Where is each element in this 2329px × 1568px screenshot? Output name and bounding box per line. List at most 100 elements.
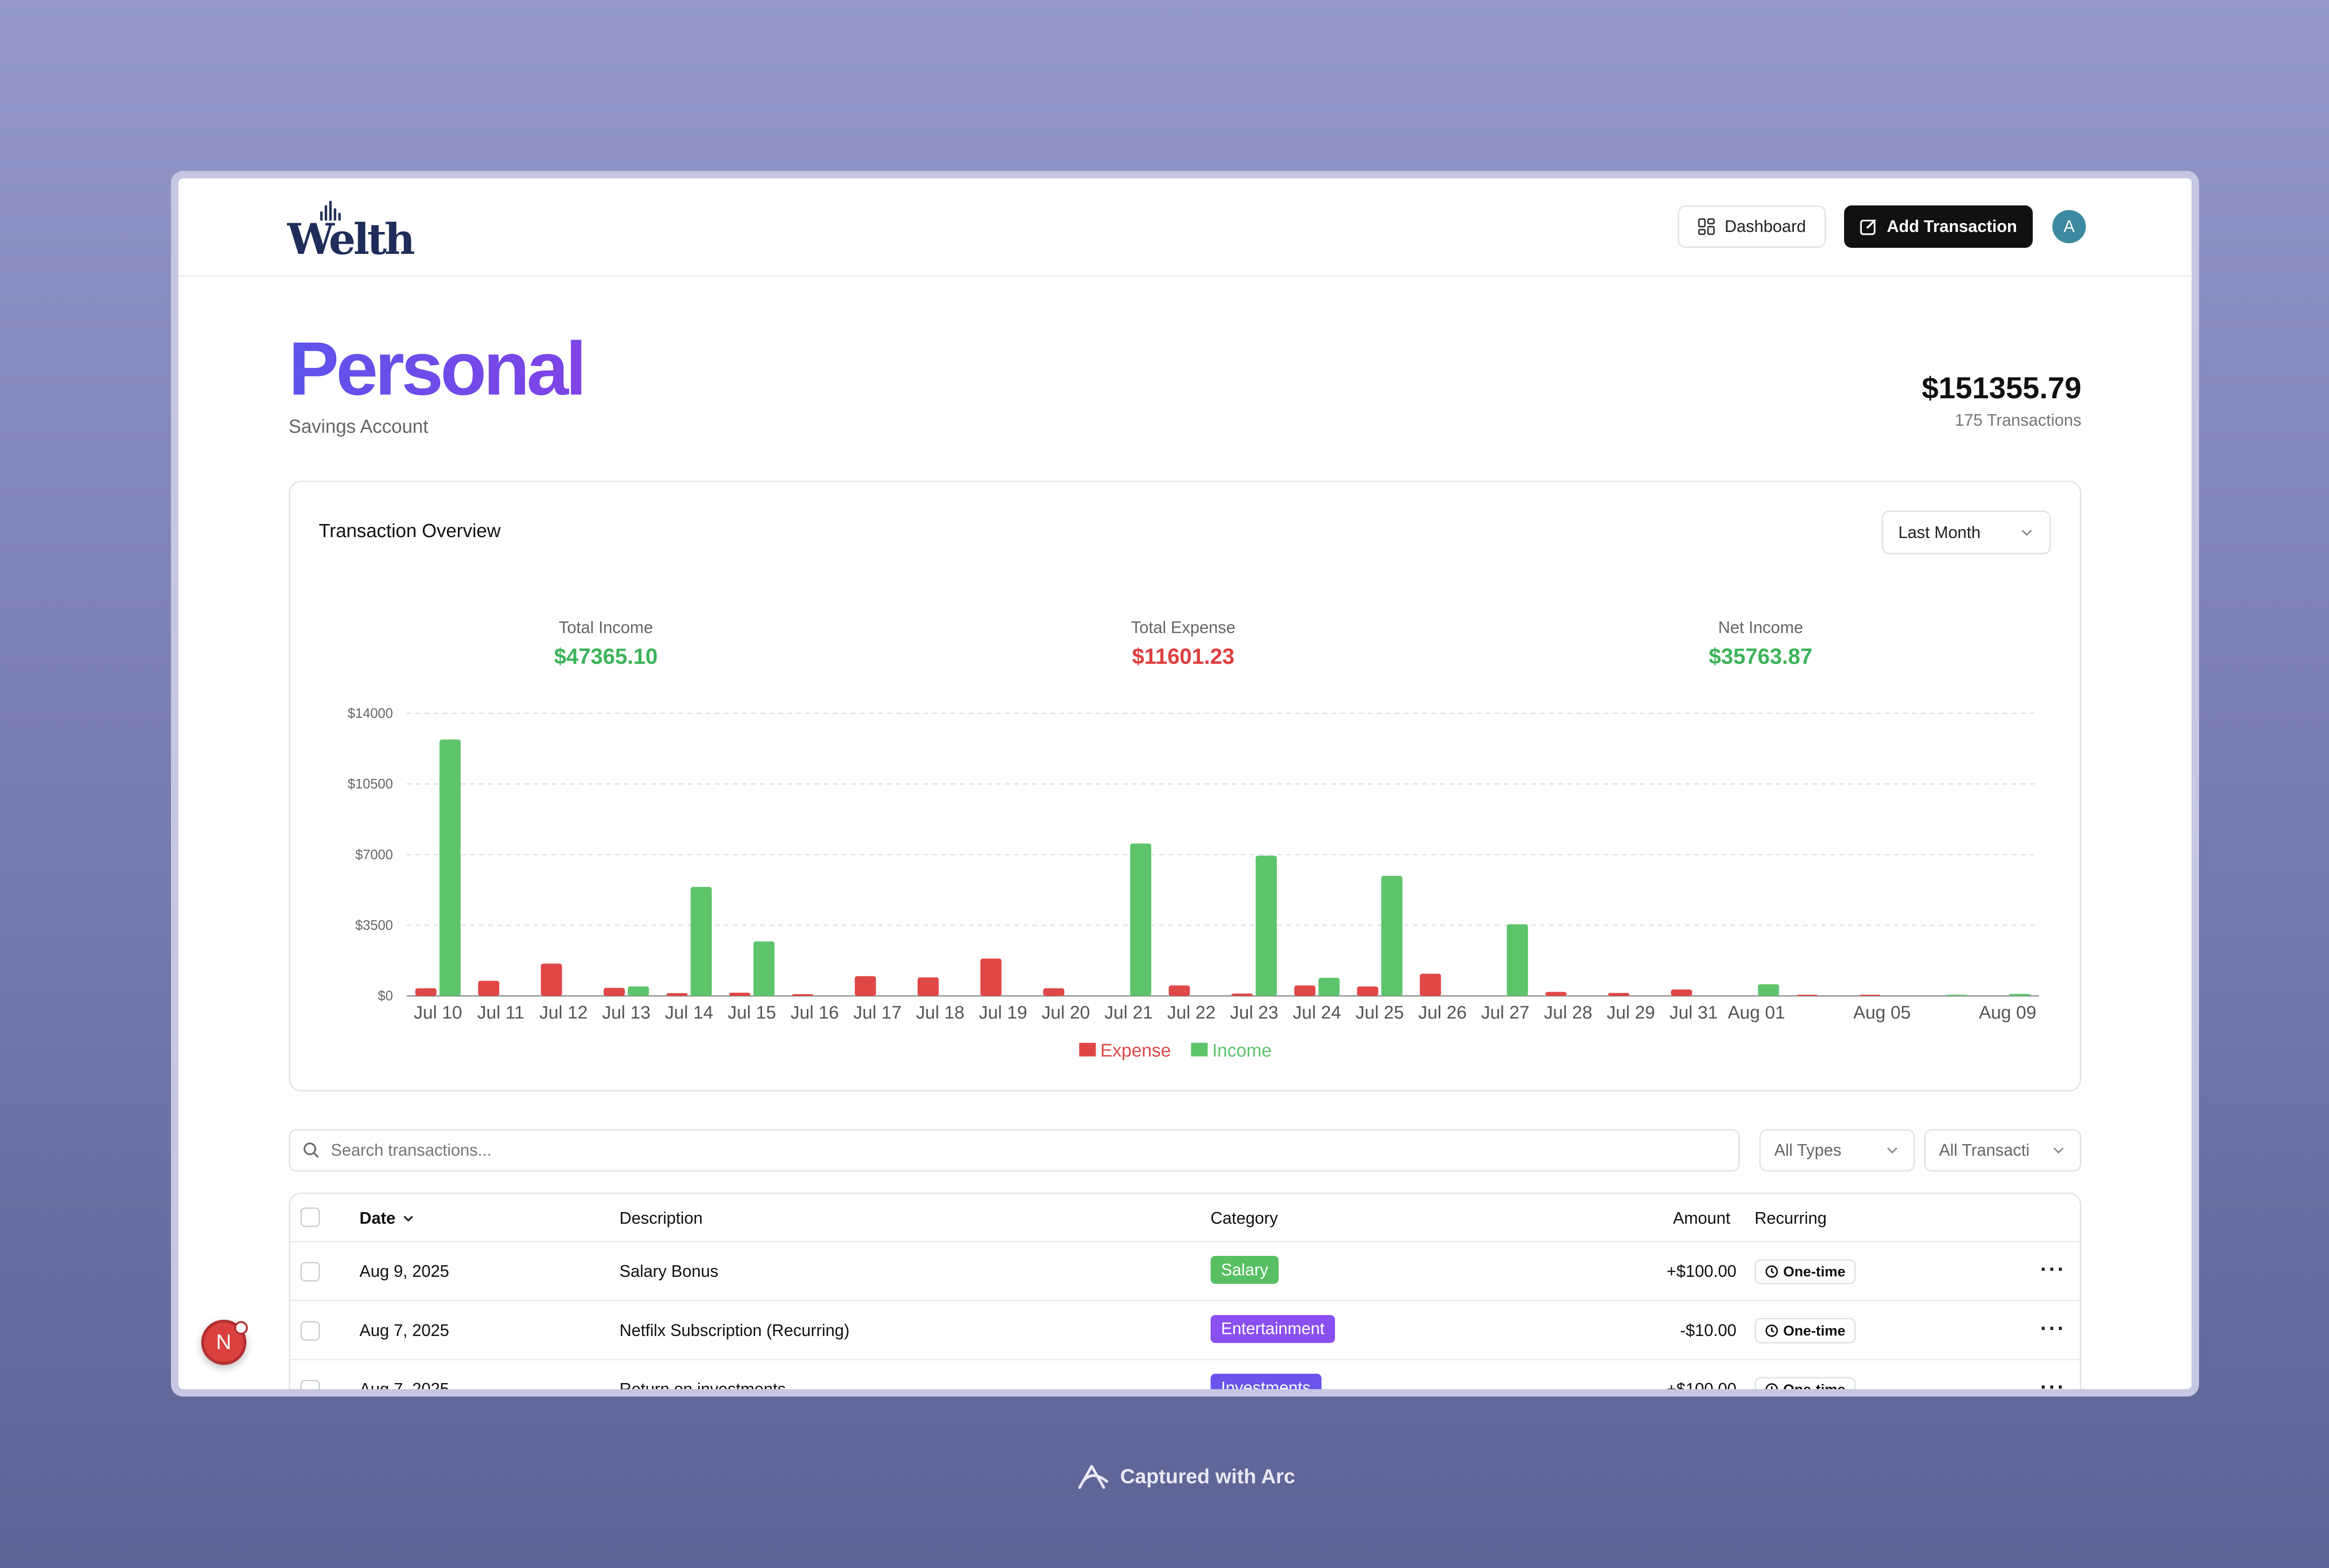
legend-swatch-expense [1079, 1043, 1096, 1057]
recurring-filter-value: All Transacti [1939, 1140, 2030, 1159]
search-bar[interactable] [288, 1129, 1740, 1172]
recurring-label: One-time [1783, 1263, 1845, 1280]
row-amount: +$100.00 [1667, 1380, 1737, 1397]
transaction-bar-chart: $0 $3500 $7000 $10500 $14000 Jul 10 Jul 11 Jul … [347, 706, 2039, 1061]
bar-expense [854, 976, 876, 996]
x-tick-label: Jul 17 [853, 1003, 901, 1023]
clock-icon [1765, 1265, 1778, 1278]
bar-expense [415, 988, 436, 996]
y-tick-label: $14000 [347, 706, 393, 721]
account-name: Personal [289, 322, 587, 416]
row-actions-icon[interactable]: ··· [2040, 1257, 2066, 1282]
logo-wordmark: Welth [287, 215, 414, 260]
bar-income [627, 986, 649, 996]
category-badge: Entertainment [1210, 1315, 1335, 1343]
x-tick-label: Jul 28 [1544, 1003, 1592, 1023]
bar-income [439, 739, 461, 996]
user-avatar[interactable]: A [2052, 210, 2086, 244]
bar-income [753, 941, 775, 996]
date-range-select[interactable]: Last Month [1881, 511, 2051, 555]
x-tick-label: Jul 12 [539, 1003, 587, 1023]
welth-logo[interactable]: Welth [286, 199, 417, 264]
y-tick-label: $0 [378, 989, 393, 1004]
y-tick-label: $7000 [355, 847, 393, 862]
x-tick-label: Jul 13 [602, 1003, 650, 1023]
bar-expense [917, 977, 939, 996]
x-tick-label: Jul 21 [1104, 1003, 1153, 1023]
chevron-down-icon [1887, 1147, 1898, 1154]
x-tick-label: Jul 15 [728, 1003, 776, 1023]
bar-expense [1608, 993, 1629, 996]
x-tick-label: Jul 16 [790, 1003, 839, 1023]
x-tick-label: Jul 27 [1481, 1003, 1529, 1023]
chevron-down-icon [2053, 1147, 2064, 1154]
description-column-header: Description [619, 1209, 703, 1228]
bar-expense [1168, 985, 1190, 996]
bar-expense [666, 993, 688, 996]
recurring-label: One-time [1783, 1381, 1845, 1397]
add-transaction-button[interactable]: Add Transaction [1844, 205, 2033, 248]
x-tick-label: Jul 24 [1293, 1003, 1341, 1023]
total-expense-stat: Total Expense $11601.23 [1032, 618, 1335, 669]
row-checkbox[interactable] [300, 1380, 320, 1390]
bar-expense [1796, 995, 1818, 996]
row-amount: +$100.00 [1667, 1261, 1737, 1281]
recurring-filter-select[interactable]: All Transacti [1924, 1129, 2081, 1172]
row-description: Return on investments [619, 1380, 786, 1397]
bar-income [2009, 994, 2030, 996]
bar-expense [1043, 988, 1064, 996]
row-actions-icon[interactable]: ··· [2040, 1316, 2066, 1341]
x-tick-label: Jul 22 [1167, 1003, 1215, 1023]
account-balance: $151355.79 [1921, 370, 2082, 405]
table-row[interactable]: Aug 7, 2025 Netfilx Subscription (Recurr… [290, 1301, 2080, 1360]
legend-swatch-income [1191, 1043, 1208, 1057]
bar-income [1381, 876, 1403, 996]
transactions-table: Date Description Category Amount Recurri… [288, 1192, 2081, 1397]
row-actions-icon[interactable]: ··· [2040, 1375, 2066, 1389]
row-description: Netfilx Subscription (Recurring) [619, 1321, 850, 1340]
search-input[interactable] [331, 1140, 1691, 1160]
row-checkbox[interactable] [300, 1321, 320, 1341]
category-badge: Salary [1210, 1256, 1279, 1284]
bar-expense [540, 963, 562, 996]
type-filter-value: All Types [1774, 1140, 1842, 1159]
recurring-badge: One-time [1754, 1318, 1856, 1344]
captured-text: Captured with Arc [1120, 1465, 1295, 1488]
category-column-header: Category [1210, 1209, 1278, 1228]
x-tick-label: Jul 23 [1230, 1003, 1278, 1023]
select-all-checkbox[interactable] [300, 1207, 320, 1227]
account-type: Savings Account [288, 416, 429, 437]
net-income-stat: Net Income $35763.87 [1609, 618, 1912, 669]
bar-income [1757, 984, 1779, 996]
dashboard-button[interactable]: Dashboard [1677, 205, 1826, 248]
x-tick-label: Jul 20 [1042, 1003, 1090, 1023]
x-tick-label: Jul 29 [1607, 1003, 1655, 1023]
bar-expense [1670, 989, 1692, 996]
x-tick-label: Jul 26 [1418, 1003, 1466, 1023]
bar-expense [1294, 985, 1315, 996]
bar-expense [1356, 986, 1378, 996]
row-date: Aug 7, 2025 [359, 1380, 449, 1397]
search-icon [303, 1142, 319, 1158]
bar-expense [791, 994, 813, 996]
x-tick-label: Jul 10 [414, 1003, 462, 1023]
bar-expense [1545, 992, 1566, 996]
date-column-header[interactable]: Date [360, 1209, 415, 1228]
row-checkbox[interactable] [300, 1261, 320, 1282]
y-tick-label: $10500 [347, 777, 393, 792]
y-tick-label: $3500 [355, 918, 393, 933]
bar-expense [1231, 993, 1253, 996]
table-row[interactable]: Aug 7, 2025 Return on investments Invest… [290, 1360, 2080, 1397]
total-expense-label: Total Expense [1131, 618, 1236, 637]
captured-with-arc-footer: Captured with Arc [0, 1462, 2329, 1492]
x-tick-label: Jul 25 [1355, 1003, 1404, 1023]
top-navbar: Welth Dashboard Add Transaction A [178, 178, 2192, 277]
net-income-value: $35763.87 [1709, 643, 1813, 668]
table-header-row: Date Description Category Amount Recurri… [290, 1194, 2080, 1242]
type-filter-select[interactable]: All Types [1759, 1129, 1915, 1172]
row-description: Salary Bonus [619, 1261, 719, 1281]
x-tick-label: Jul 19 [979, 1003, 1027, 1023]
bar-expense [1859, 995, 1880, 996]
table-row[interactable]: Aug 9, 2025 Salary Bonus Salary +$100.00… [290, 1242, 2080, 1302]
row-amount: -$10.00 [1680, 1321, 1737, 1340]
